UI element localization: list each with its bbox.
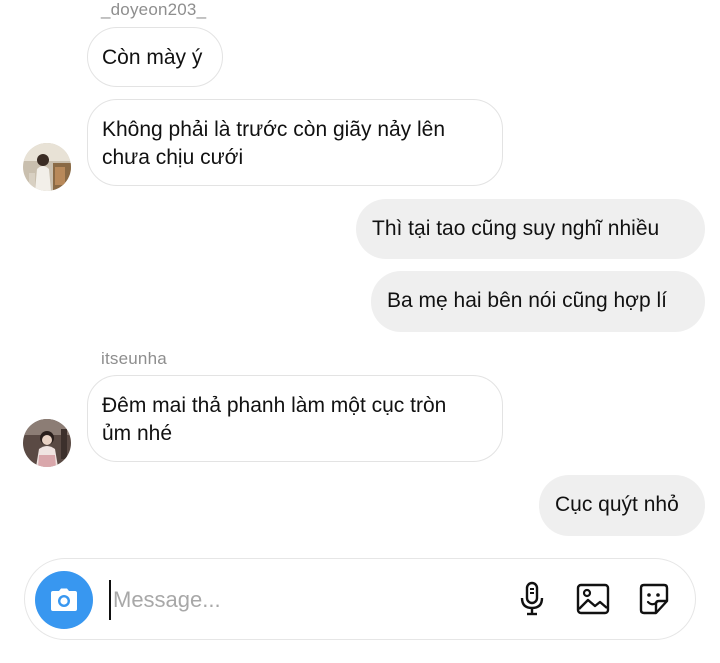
- camera-icon: [51, 588, 77, 611]
- message-text: Còn mày ý: [102, 46, 203, 69]
- message-text-line: ủm nhé: [102, 422, 173, 445]
- message-text: Thì tại tao cũng suy nghĩ nhiều: [372, 217, 660, 240]
- avatar-photo: [23, 143, 71, 191]
- sticker-button[interactable]: [635, 580, 673, 618]
- message-bubble-outgoing[interactable]: Thì tại tao cũng suy nghĩ nhiều: [356, 199, 705, 259]
- sender-name-itseunha: itseunha: [101, 349, 167, 368]
- message-composer: [24, 558, 696, 640]
- avatar-photo: [23, 419, 71, 467]
- microphone-button[interactable]: [513, 580, 551, 618]
- message-bubble-incoming[interactable]: Còn mày ý: [87, 27, 223, 87]
- message-text-line: chưa chịu cưới: [102, 146, 244, 169]
- message-bubble-incoming[interactable]: Không phải là trước còn giãy nảy lên chư…: [87, 99, 503, 186]
- message-input[interactable]: [109, 580, 489, 620]
- message-bubble-outgoing[interactable]: Ba mẹ hai bên nói cũng hợp lí: [371, 271, 705, 332]
- message-bubble-outgoing[interactable]: Cục quýt nhỏ: [539, 475, 705, 536]
- gallery-button[interactable]: [574, 580, 612, 618]
- sender-name-doyeon: _doyeon203_: [101, 0, 207, 19]
- avatar[interactable]: [23, 143, 71, 191]
- message-text-line: Không phải là trước còn giãy nảy lên: [102, 118, 446, 141]
- message-bubble-incoming[interactable]: Đêm mai thả phanh làm một cục tròn ủm nh…: [87, 375, 503, 462]
- avatar[interactable]: [23, 419, 71, 467]
- message-text-line: Đêm mai thả phanh làm một cục tròn: [102, 394, 447, 417]
- gallery-icon: [576, 583, 610, 615]
- camera-button[interactable]: [35, 571, 93, 629]
- microphone-icon: [520, 581, 544, 616]
- sticker-icon: [639, 583, 669, 615]
- message-text: Cục quýt nhỏ: [555, 493, 679, 516]
- message-text: Ba mẹ hai bên nói cũng hợp lí: [387, 289, 667, 312]
